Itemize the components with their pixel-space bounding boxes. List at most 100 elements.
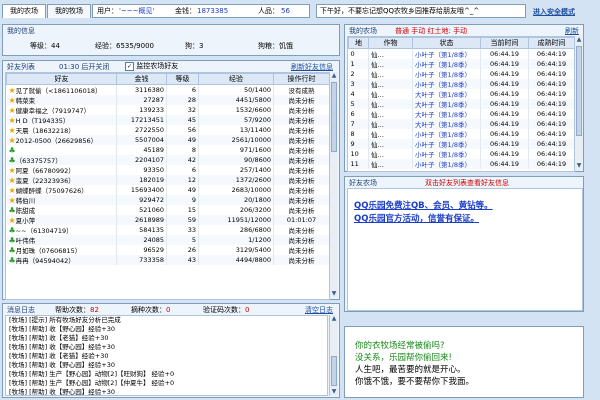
gold-value: 1873385 [197, 7, 229, 15]
farm-ripe-cell: 06:44:19 [528, 69, 574, 79]
farm-refresh-link[interactable]: 刷新 [565, 26, 579, 36]
farm-row[interactable]: 11 仙… 小叶子（第1/8季） 06:44.19 06:44:19 [348, 159, 574, 169]
col-level[interactable]: 等级 [166, 73, 199, 85]
friend-row[interactable]: ♣~~（61304719） 584135 33 286/6800 尚未分析 [6, 225, 329, 235]
friend-row[interactable]: ♣冉冉（94594042） 733358 43 4494/8800 尚未分析 [6, 255, 329, 265]
log-line: [牧场] [提示] 所有牧场好友分析已完成 [9, 316, 121, 324]
farm-now-cell: 06:44.19 [480, 139, 529, 149]
friend-name: 见了就偷（<1861106018） [15, 87, 102, 95]
friend-row[interactable]: ★H D（T194335） 17213451 45 57/9200 尚未分析 [6, 115, 329, 125]
col-gold[interactable]: 金钱 [116, 73, 167, 85]
col-state[interactable]: 状态 [412, 37, 481, 49]
farm-plot-cell: 1 [348, 59, 369, 69]
farm-row[interactable]: 4 仙… 大叶子（第1/8季） 06:44.19 06:44:19 [348, 89, 574, 99]
farm-crop-cell: 仙… [368, 109, 413, 119]
friend-row[interactable]: ★健康幸福之（7919747） 139233 32 1532/6600 尚未分析 [6, 105, 329, 115]
friend-name: ~~（61304719） [15, 227, 73, 235]
farm-row[interactable]: 10 仙… 小叶子（第1/8季） 06:44.19 06:44:19 [348, 149, 574, 159]
farm-row[interactable]: 7 仙… 大叶子（第1/8季） 06:44.19 06:44:19 [348, 119, 574, 129]
farm-row[interactable]: 1 仙… 小叶子（第1/8季） 06:44.19 06:44:19 [348, 59, 574, 69]
farm-row[interactable]: 5 仙… 大叶子（第1/8季） 06:44.19 06:44:19 [348, 99, 574, 109]
friend-row[interactable]: ★韩伯川 929472 9 20/1800 尚未分析 [6, 195, 329, 205]
farm-row[interactable]: 3 仙… 小叶子（第1/8季） 06:44.19 06:44:19 [348, 79, 574, 89]
log-scroll-down-icon[interactable]: ▼ [330, 388, 338, 396]
clover-icon: ♣ [8, 156, 16, 165]
monitor-checkbox[interactable]: ✓ 监控农场好友 [125, 61, 178, 71]
friend-row[interactable]: ★天晨（18632218） 2722550 56 13/11400 尚未分析 [6, 125, 329, 135]
log-scroll-thumb[interactable] [331, 356, 337, 386]
log-line: [牧场] [帮助] 收【野心园】经验+30 [9, 388, 115, 396]
friend-name: 冉冉（94594042） [15, 257, 75, 265]
friend-row[interactable]: ♣陈甜成 521060 15 206/3200 尚未分析 [6, 205, 329, 215]
friend-row[interactable]: ♣（63375757） 2204107 42 90/8600 尚未分析 [6, 155, 329, 165]
star-icon: ★ [8, 126, 16, 135]
ad-link-2[interactable]: QQ乐园官方活动，信誉有保证。 [354, 212, 479, 224]
friend-exp-cell: 206/3200 [198, 205, 274, 215]
scroll-down-icon[interactable]: ▼ [330, 290, 338, 298]
steal-count: 摘种次数：0 [131, 305, 170, 315]
farm-crop-cell: 仙… [368, 89, 413, 99]
farm-row[interactable]: 6 仙… 大叶子（第1/8季） 06:44.19 06:44:19 [348, 109, 574, 119]
scroll-up-icon[interactable]: ▲ [330, 72, 338, 80]
refresh-friends-link[interactable]: 刷新好友信息 [291, 62, 333, 72]
farm-crop-cell: 仙… [368, 59, 413, 69]
farm-ripe-cell: 06:44:19 [528, 119, 574, 129]
farm-scroll-thumb[interactable] [576, 46, 582, 136]
friend-name: 月如珠（07606815） [15, 247, 82, 255]
tab-my-farm[interactable]: 我的农场 [2, 4, 46, 18]
clear-log-link[interactable]: 清空日志 [305, 305, 333, 315]
promo-line-3: 人生吧，最苦要的就是开心。 [355, 365, 466, 375]
tab-my-ranch[interactable]: 我的牧场 [47, 4, 91, 18]
col-exp[interactable]: 经验 [198, 73, 274, 85]
friend-row[interactable]: ★2012-0500（26629856） 5507004 49 2561/10000 尚… [6, 135, 329, 145]
farm-row[interactable]: 8 仙… 小叶子（第1/8季） 06:44.19 06:44:19 [348, 129, 574, 139]
friend-row[interactable]: ★蝴蝶醉蝶（75097626） 15693400 49 2683/10000 尚未分析 [6, 185, 329, 195]
friend-row[interactable]: ♣ 45189 8 971/1600 尚未分析 [6, 145, 329, 155]
log-scroll-up-icon[interactable]: ▲ [330, 315, 338, 323]
ticker-text: 下午好，不要忘记想QQ农牧乡园推荐给朋友哦^_^ [320, 7, 480, 15]
col-plot[interactable]: 地 [348, 37, 369, 49]
farm-now-cell: 06:44.19 [480, 109, 529, 119]
farm-scroll-up-icon[interactable]: ▲ [575, 36, 583, 44]
friend-list-title: 好友列表 [7, 63, 35, 71]
farm-crop-cell: 仙… [368, 159, 413, 169]
friend-row[interactable]: ★见了就偷（<1861106018） 3116380 6 50/1400 没有成熟 [6, 84, 329, 95]
farm-scrollbar[interactable]: ▲ ▼ [574, 36, 583, 170]
ad-link-1[interactable]: QQ乐园免费注QB、会员、黄钻等。 [354, 199, 493, 211]
col-now[interactable]: 当前时间 [480, 37, 529, 49]
log-scrollbar[interactable]: ▲ ▼ [329, 315, 338, 396]
star-icon: ★ [8, 96, 16, 105]
col-action[interactable]: 操作行时 [273, 73, 329, 85]
verify-count-label: 验证码次数： [203, 306, 245, 314]
friend-row[interactable]: ★夏小萍 2618989 59 11951/12000 01:01:07 [6, 215, 329, 225]
friend-action-cell: 没有成熟 [273, 84, 329, 95]
friend-gold-cell: 2204107 [116, 155, 167, 165]
friend-name-cell: ♣冉冉（94594042） [6, 255, 117, 265]
friend-row[interactable]: ★韩菜束 27287 28 4451/5800 尚未分析 [6, 95, 329, 105]
friend-farm-title: 好友农场 [349, 179, 377, 187]
farm-scroll-down-icon[interactable]: ▼ [575, 162, 583, 170]
friend-row[interactable]: ★阿夏（66780992） 93350 6 257/1400 尚未分析 [6, 165, 329, 175]
friend-name: 天晨（18632218） [15, 127, 75, 135]
col-friend[interactable]: 好友 [6, 73, 117, 85]
farm-row[interactable]: 9 仙… 小叶子（第1/8季） 06:44.19 06:44:19 [348, 139, 574, 149]
level-label: 等级： [30, 42, 51, 50]
col-ripe[interactable]: 成熟时间 [528, 37, 574, 49]
friend-row[interactable]: ★蛮夏（22323936） 182019 12 1372/2600 尚未分析 [6, 175, 329, 185]
farm-row[interactable]: 0 仙… 小叶子（第1/8季） 06:44.19 06:44:19 [348, 48, 574, 59]
farm-row[interactable]: 2 仙… 小叶子（第1/8季） 06:44.19 06:44:19 [348, 69, 574, 79]
friend-row[interactable]: ♣叶伟伟 24085 5 1/1200 尚未分析 [6, 235, 329, 245]
farm-state-cell: 小叶子（第1/8季） [412, 69, 481, 79]
clover-icon: ♣ [8, 246, 16, 255]
friend-row[interactable]: ♣月如珠（07606815） 96529 26 3129/5400 尚未分析 [6, 245, 329, 255]
friend-list-scrollbar[interactable]: ▲ ▼ [329, 72, 338, 298]
friend-level-cell: 9 [166, 195, 199, 205]
friend-level-cell: 26 [166, 245, 199, 255]
farm-crop-cell: 仙… [368, 129, 413, 139]
friend-name: 蝴蝶醉蝶（75097626） [15, 187, 88, 195]
friend-name: 陈甜成 [15, 207, 36, 215]
col-crop[interactable]: 作物 [368, 37, 413, 49]
safe-mode-link[interactable]: 进入安全模式 [533, 7, 575, 17]
scroll-thumb[interactable] [331, 82, 337, 152]
farm-plot-cell: 7 [348, 119, 369, 129]
